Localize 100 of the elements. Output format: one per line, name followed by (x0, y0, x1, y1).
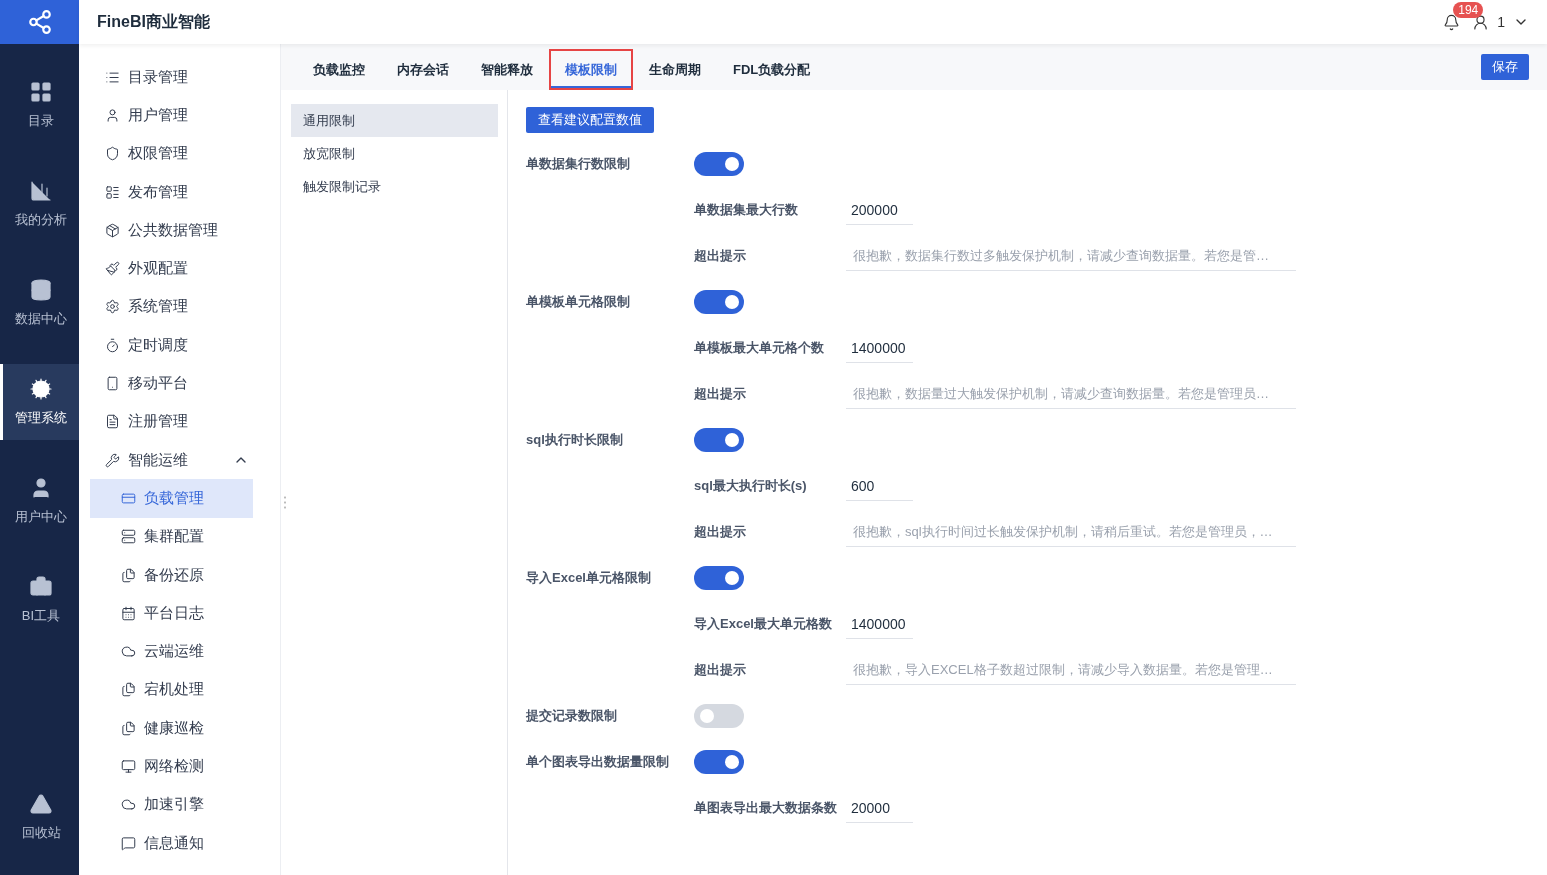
rail-item[interactable]: 数据中心 (0, 265, 79, 341)
save-button[interactable]: 保存 (1481, 54, 1529, 80)
menu-item[interactable]: 负载管理 (90, 479, 253, 518)
limit-label: 单数据集行数限制 (526, 155, 631, 173)
setting-label: 导入Excel最大单元格数 (694, 615, 833, 633)
menu-item[interactable]: 健康巡检 (90, 709, 253, 748)
grid-icon (29, 80, 53, 104)
toggle-switch[interactable] (694, 152, 744, 176)
hint-field[interactable]: 很抱歉，sql执行时间过长触发保护机制，请稍后重试。若您是管理员，… (846, 517, 1296, 547)
toggle-switch[interactable] (694, 290, 744, 314)
menu-item[interactable]: 移动平台 (90, 364, 253, 403)
message-icon (121, 835, 136, 851)
menu-item[interactable]: 用户管理 (90, 96, 253, 135)
toggle-switch[interactable] (694, 566, 744, 590)
package-icon (105, 222, 120, 238)
user-menu[interactable]: 1 (1472, 13, 1529, 31)
tab[interactable]: FDL负载分配 (717, 49, 827, 90)
hint-field[interactable]: 很抱歉，导入EXCEL格子数超过限制，请减少导入数据量。若您是管理… (846, 655, 1296, 685)
limit-label: 提交记录数限制 (526, 707, 618, 725)
number-field[interactable]: 600 (846, 471, 913, 501)
hint-field[interactable]: 很抱歉，数据量过大触发保护机制，请减少查询数据量。若您是管理员… (846, 379, 1296, 409)
user-icon (105, 107, 120, 123)
toggle-switch[interactable] (694, 704, 744, 728)
files-icon (121, 682, 136, 698)
number-field[interactable]: 1400000 (846, 333, 913, 363)
wrench-icon (105, 452, 120, 468)
setting-label: 超出提示 (694, 385, 747, 403)
limit-label: 单个图表导出数据量限制 (526, 753, 670, 771)
subnav-item[interactable]: 触发限制记录 (291, 170, 498, 203)
setting-label: 单模板最大单元格个数 (694, 339, 825, 357)
menu-item[interactable]: 云端运维 (90, 632, 253, 671)
phone-icon (105, 376, 120, 391)
rail-item[interactable]: 目录 (0, 67, 79, 143)
setting-label: sql最大执行时长(s) (694, 477, 808, 495)
toggle-switch[interactable] (694, 428, 744, 452)
cloud-icon (121, 797, 136, 813)
subnav-item[interactable]: 放宽限制 (291, 137, 498, 170)
files-icon (121, 567, 136, 583)
setting-label: 超出提示 (694, 247, 747, 265)
menu-item[interactable]: 定时调度 (90, 326, 253, 365)
hint-field[interactable]: 很抱歉，数据集行数过多触发保护机制，请减少查询数据量。若您是管… (846, 241, 1296, 271)
menu-item[interactable]: 信息通知 (90, 823, 253, 863)
tab[interactable]: 内存会话 (381, 49, 465, 90)
bell-icon[interactable] (1443, 13, 1461, 31)
menu-item[interactable]: 智能运维 (90, 440, 253, 480)
setting-label: 超出提示 (694, 661, 747, 679)
network-logo-icon (26, 9, 53, 35)
limit-label: sql执行时长限制 (526, 431, 624, 449)
menu-item[interactable]: 目录管理 (90, 58, 253, 97)
limit-label: 导入Excel单元格限制 (526, 569, 652, 587)
files-icon (121, 720, 136, 736)
setting-label: 超出提示 (694, 523, 747, 541)
tab[interactable]: 负载监控 (297, 49, 381, 90)
logo[interactable] (0, 0, 79, 44)
menu-item[interactable]: 网络检测 (90, 747, 253, 786)
rail-item[interactable]: 用户中心 (0, 463, 79, 539)
number-field[interactable]: 200000 (846, 195, 913, 225)
triangle-icon (29, 792, 53, 816)
limit-label: 单模板单元格限制 (526, 293, 631, 311)
tab[interactable]: 生命周期 (633, 49, 717, 90)
toggle-switch[interactable] (694, 750, 744, 774)
rail-item[interactable]: 我的分析 (0, 166, 79, 242)
setting-label: 单数据集最大行数 (694, 201, 799, 219)
app-title: FineBI商业智能 (97, 11, 210, 32)
menu-item[interactable]: 备份还原 (90, 555, 253, 595)
settings-icon (105, 299, 120, 315)
layout-icon (105, 184, 120, 200)
menu-item[interactable]: 外观配置 (90, 249, 253, 288)
rail-item[interactable]: 回收站 (0, 779, 79, 855)
server-icon (121, 529, 136, 545)
tab[interactable]: 智能释放 (465, 49, 549, 90)
menu-item[interactable]: 公共数据管理 (90, 211, 253, 250)
notification-count: 194 (1453, 1, 1484, 18)
menu-item[interactable]: 发布管理 (90, 172, 253, 212)
user-icon (1472, 13, 1490, 31)
timer-icon (105, 337, 120, 353)
setting-label: 单图表导出最大数据条数 (694, 799, 838, 817)
subnav-item[interactable]: 通用限制 (291, 104, 498, 137)
card-icon (121, 490, 136, 506)
tab[interactable]: 模板限制 (549, 49, 633, 90)
monitor-icon (121, 759, 136, 774)
menu-item[interactable]: 加速引擎 (90, 785, 253, 824)
rail-item[interactable]: 管理系统 (0, 364, 79, 440)
document-icon (105, 414, 120, 430)
menu-item[interactable]: 宕机处理 (90, 670, 253, 710)
brush-icon (105, 261, 120, 277)
number-field[interactable]: 1400000 (846, 609, 913, 639)
menu-item[interactable]: 系统管理 (90, 287, 253, 327)
menu-item[interactable]: 权限管理 (90, 134, 253, 173)
calendar-icon (121, 605, 136, 621)
rail-item[interactable]: BI工具 (0, 562, 79, 638)
menu-item[interactable]: 注册管理 (90, 402, 253, 441)
menu-item[interactable]: 平台日志 (90, 594, 253, 633)
shield-icon (105, 146, 120, 162)
suggest-button[interactable]: 查看建议配置数值 (526, 107, 654, 133)
list-icon (105, 69, 120, 85)
menu-item[interactable]: 集群配置 (90, 517, 253, 556)
number-field[interactable]: 20000 (846, 793, 913, 823)
briefcase-icon (29, 575, 53, 599)
cloud-icon (121, 644, 136, 660)
